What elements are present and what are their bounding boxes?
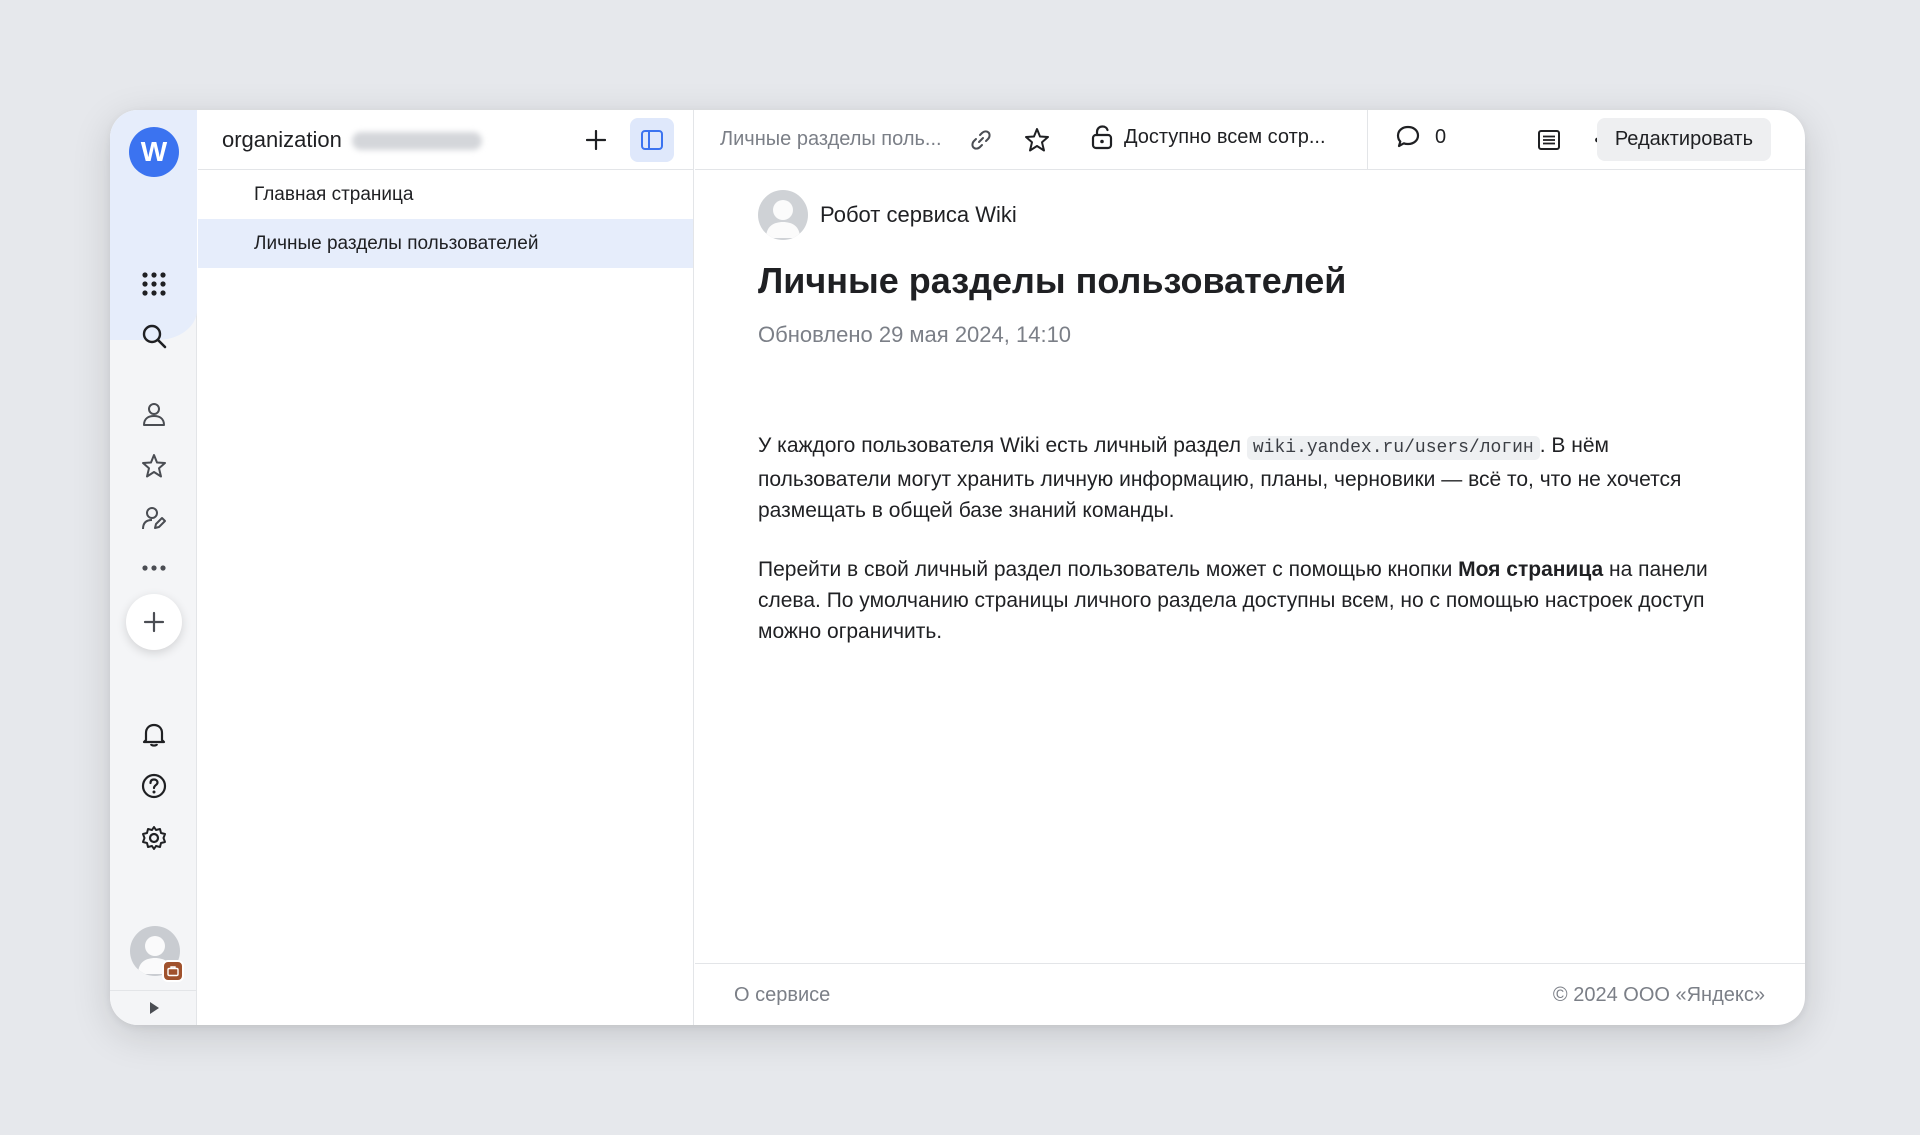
play-icon xyxy=(149,1002,159,1014)
user-edit-icon[interactable] xyxy=(130,494,177,541)
navigation-sidebar: organization Главная страница Личные раз… xyxy=(198,110,694,1025)
lock-icon xyxy=(1091,125,1113,150)
access-label: Доступно всем сотр... xyxy=(1124,125,1326,148)
org-label: organization xyxy=(222,127,342,152)
help-icon[interactable] xyxy=(130,762,177,809)
toolbar-divider xyxy=(1367,110,1368,170)
plus-icon xyxy=(143,611,165,633)
gear-icon[interactable] xyxy=(130,814,177,861)
comments-button[interactable]: 0 xyxy=(1395,124,1446,150)
copy-link-icon[interactable] xyxy=(963,122,999,158)
search-icon[interactable] xyxy=(130,312,177,359)
bell-icon[interactable] xyxy=(130,710,177,757)
page-toolbar: Личные разделы поль... Доступно всем сот… xyxy=(695,110,1805,170)
author-avatar[interactable] xyxy=(758,190,808,240)
about-service-link[interactable]: О сервисе xyxy=(734,984,830,1007)
user-icon[interactable] xyxy=(130,390,177,437)
my-page-emphasis: Моя страница xyxy=(1458,558,1604,581)
paragraph-2: Перейти в свой личный раздел пользовател… xyxy=(758,554,1738,647)
page-footer: О сервисе © 2024 ООО «Яндекс» xyxy=(695,963,1805,1025)
users-url-code: wiki.yandex.ru/users/логин xyxy=(1246,436,1540,460)
comments-count: 0 xyxy=(1435,125,1447,148)
nav-item-home[interactable]: Главная страница xyxy=(198,170,693,219)
app-window: W organization Главная страница Личные р… xyxy=(110,110,1805,1025)
apps-icon[interactable] xyxy=(130,260,177,307)
briefcase-icon xyxy=(162,960,184,982)
breadcrumb[interactable]: Личные разделы поль... xyxy=(720,128,942,151)
page-title: Личные разделы пользователей xyxy=(758,260,1347,301)
sidebar-panel-icon xyxy=(641,130,663,150)
comment-icon xyxy=(1396,125,1420,148)
author-name[interactable]: Робот сервиса Wiki xyxy=(820,202,1017,228)
org-name-redacted xyxy=(351,132,482,151)
org-name[interactable]: organization xyxy=(222,127,482,153)
access-button[interactable]: Доступно всем сотр... xyxy=(1090,124,1326,150)
app-rail: W xyxy=(110,110,197,1025)
page-content: Робот сервиса Wiki Личные разделы пользо… xyxy=(758,190,1738,647)
copyright: © 2024 ООО «Яндекс» xyxy=(1552,984,1765,1006)
updated-timestamp: Обновлено 29 мая 2024, 14:10 xyxy=(758,322,1072,347)
wiki-logo[interactable]: W xyxy=(129,127,179,177)
paragraph-1-text: У каждого пользователя Wiki есть личный … xyxy=(758,434,1247,457)
nav-header: organization xyxy=(198,110,693,170)
author-block: Робот сервиса Wiki xyxy=(758,190,1738,240)
main-area: Личные разделы поль... Доступно всем сот… xyxy=(695,110,1805,1025)
expand-rail-button[interactable] xyxy=(110,990,197,1025)
edit-button[interactable]: Редактировать xyxy=(1596,118,1771,161)
plus-icon xyxy=(586,130,606,150)
create-button[interactable] xyxy=(126,594,182,650)
nav-item-personal-sections[interactable]: Личные разделы пользователей xyxy=(198,219,693,268)
table-of-contents-icon[interactable] xyxy=(1531,122,1567,158)
toggle-sidebar-button[interactable] xyxy=(630,118,674,162)
paragraph-2-text: Перейти в свой личный раздел пользовател… xyxy=(758,558,1459,581)
more-icon[interactable] xyxy=(130,544,177,591)
paragraph-1: У каждого пользователя Wiki есть личный … xyxy=(758,430,1738,526)
star-icon[interactable] xyxy=(130,442,177,489)
add-page-button[interactable] xyxy=(578,122,614,158)
favorite-star-icon[interactable] xyxy=(1019,122,1055,158)
